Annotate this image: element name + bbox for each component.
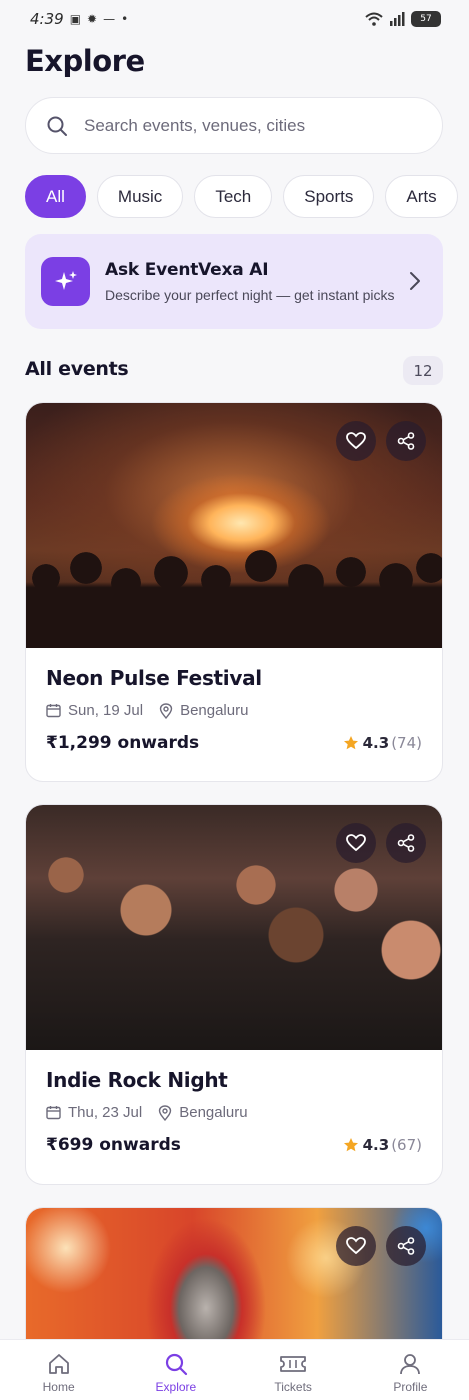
ai-banner-subtitle: Describe your perfect night — get instan…	[105, 286, 395, 303]
search-icon	[165, 1353, 187, 1376]
event-meta: Sun, 19 Jul Bengaluru	[46, 702, 422, 719]
nav-item-home[interactable]: Home	[0, 1340, 117, 1400]
chip-music[interactable]: Music	[96, 175, 184, 218]
event-date: Thu, 23 Jul	[68, 1104, 143, 1121]
section-title: All events	[25, 358, 129, 380]
search-placeholder: Search events, venues, cities	[84, 115, 306, 135]
nav-label: Explore	[155, 1380, 197, 1394]
heart-icon	[346, 432, 366, 450]
heart-icon	[346, 834, 366, 852]
event-rating: 4.3 (67)	[343, 1136, 422, 1154]
rating-value: 4.3	[362, 734, 390, 752]
event-rating: 4.3 (74)	[343, 734, 422, 752]
share-icon	[397, 1237, 415, 1255]
status-left: 4:39 ▣ ✹ — •	[30, 10, 128, 28]
rating-count: (67)	[391, 1136, 422, 1154]
heart-icon	[346, 1237, 366, 1255]
chip-sports[interactable]: Sports	[283, 175, 375, 218]
nav-item-explore[interactable]: Explore	[117, 1340, 234, 1400]
event-card-body: Neon Pulse Festival Sun, 19 Jul Bengalur…	[26, 648, 442, 753]
nav-label: Tickets	[274, 1380, 312, 1394]
search-icon	[47, 116, 67, 136]
calendar-icon	[46, 1106, 61, 1120]
event-image	[26, 805, 442, 1050]
event-card[interactable]: Indie Rock Night Thu, 23 Jul Bengaluru ₹…	[25, 804, 443, 1185]
favorite-button[interactable]	[336, 421, 376, 461]
price-row: ₹699 onwards 4.3 (67)	[46, 1135, 422, 1155]
page-title: Explore	[25, 44, 145, 78]
settings-icon: ✹	[87, 12, 98, 26]
share-icon	[397, 432, 415, 450]
event-title: Neon Pulse Festival	[46, 666, 262, 690]
status-bar: 4:39 ▣ ✹ — • 57	[0, 0, 469, 38]
home-icon	[48, 1354, 69, 1374]
signal-icon	[390, 12, 405, 26]
price-row: ₹1,299 onwards 4.3 (74)	[46, 733, 422, 753]
calendar-icon	[46, 704, 61, 718]
status-time: 4:39	[30, 10, 64, 28]
sparkle-icon	[41, 257, 90, 306]
event-city: Bengaluru	[180, 702, 249, 719]
event-city: Bengaluru	[179, 1104, 248, 1121]
chip-tech[interactable]: Tech	[194, 175, 273, 218]
events-count-badge: 12	[403, 356, 443, 385]
event-card[interactable]: Neon Pulse Festival Sun, 19 Jul Bengalur…	[25, 402, 443, 782]
ai-banner-title: Ask EventVexa AI	[105, 259, 269, 280]
event-price: ₹1,299 onwards	[46, 733, 200, 753]
star-icon	[343, 736, 358, 750]
bottom-nav: Home Explore Tickets Profile	[0, 1339, 469, 1400]
nav-label: Profile	[393, 1380, 428, 1394]
favorite-button[interactable]	[336, 823, 376, 863]
share-button[interactable]	[386, 421, 426, 461]
nav-label: Home	[42, 1380, 75, 1394]
location-pin-icon	[159, 1104, 172, 1121]
event-date: Sun, 19 Jul	[68, 702, 144, 719]
share-icon	[397, 834, 415, 852]
battery-icon: 57	[411, 11, 441, 27]
crowd-silhouette	[26, 538, 442, 648]
chip-arts[interactable]: Arts	[385, 175, 458, 218]
wifi-icon	[365, 12, 383, 26]
ai-banner-text: Ask EventVexa AI Describe your perfect n…	[105, 260, 395, 304]
event-price: ₹699 onwards	[46, 1135, 181, 1155]
nav-item-profile[interactable]: Profile	[352, 1340, 469, 1400]
minus-icon: —	[103, 12, 116, 26]
event-meta: Thu, 23 Jul Bengaluru	[46, 1104, 422, 1121]
event-title: Indie Rock Night	[46, 1068, 228, 1092]
status-right: 57	[365, 11, 441, 27]
star-icon	[343, 1138, 358, 1152]
share-button[interactable]	[386, 1226, 426, 1266]
nav-item-tickets[interactable]: Tickets	[235, 1340, 352, 1400]
location-pin-icon	[159, 702, 173, 719]
event-card-body: Indie Rock Night Thu, 23 Jul Bengaluru ₹…	[26, 1050, 442, 1155]
share-button[interactable]	[386, 823, 426, 863]
dot-icon: •	[121, 12, 129, 26]
category-chips: All Music Tech Sports Arts	[25, 175, 469, 219]
user-icon	[400, 1354, 421, 1375]
event-image	[26, 403, 442, 648]
rating-count: (74)	[391, 734, 422, 752]
rating-value: 4.3	[362, 1136, 390, 1154]
ticket-icon	[280, 1356, 307, 1372]
chip-all[interactable]: All	[25, 175, 86, 218]
search-input[interactable]: Search events, venues, cities	[25, 97, 443, 154]
chevron-right-icon	[410, 272, 420, 290]
favorite-button[interactable]	[336, 1226, 376, 1266]
ai-banner[interactable]: Ask EventVexa AI Describe your perfect n…	[25, 234, 443, 329]
screenshot-icon: ▣	[69, 12, 82, 26]
